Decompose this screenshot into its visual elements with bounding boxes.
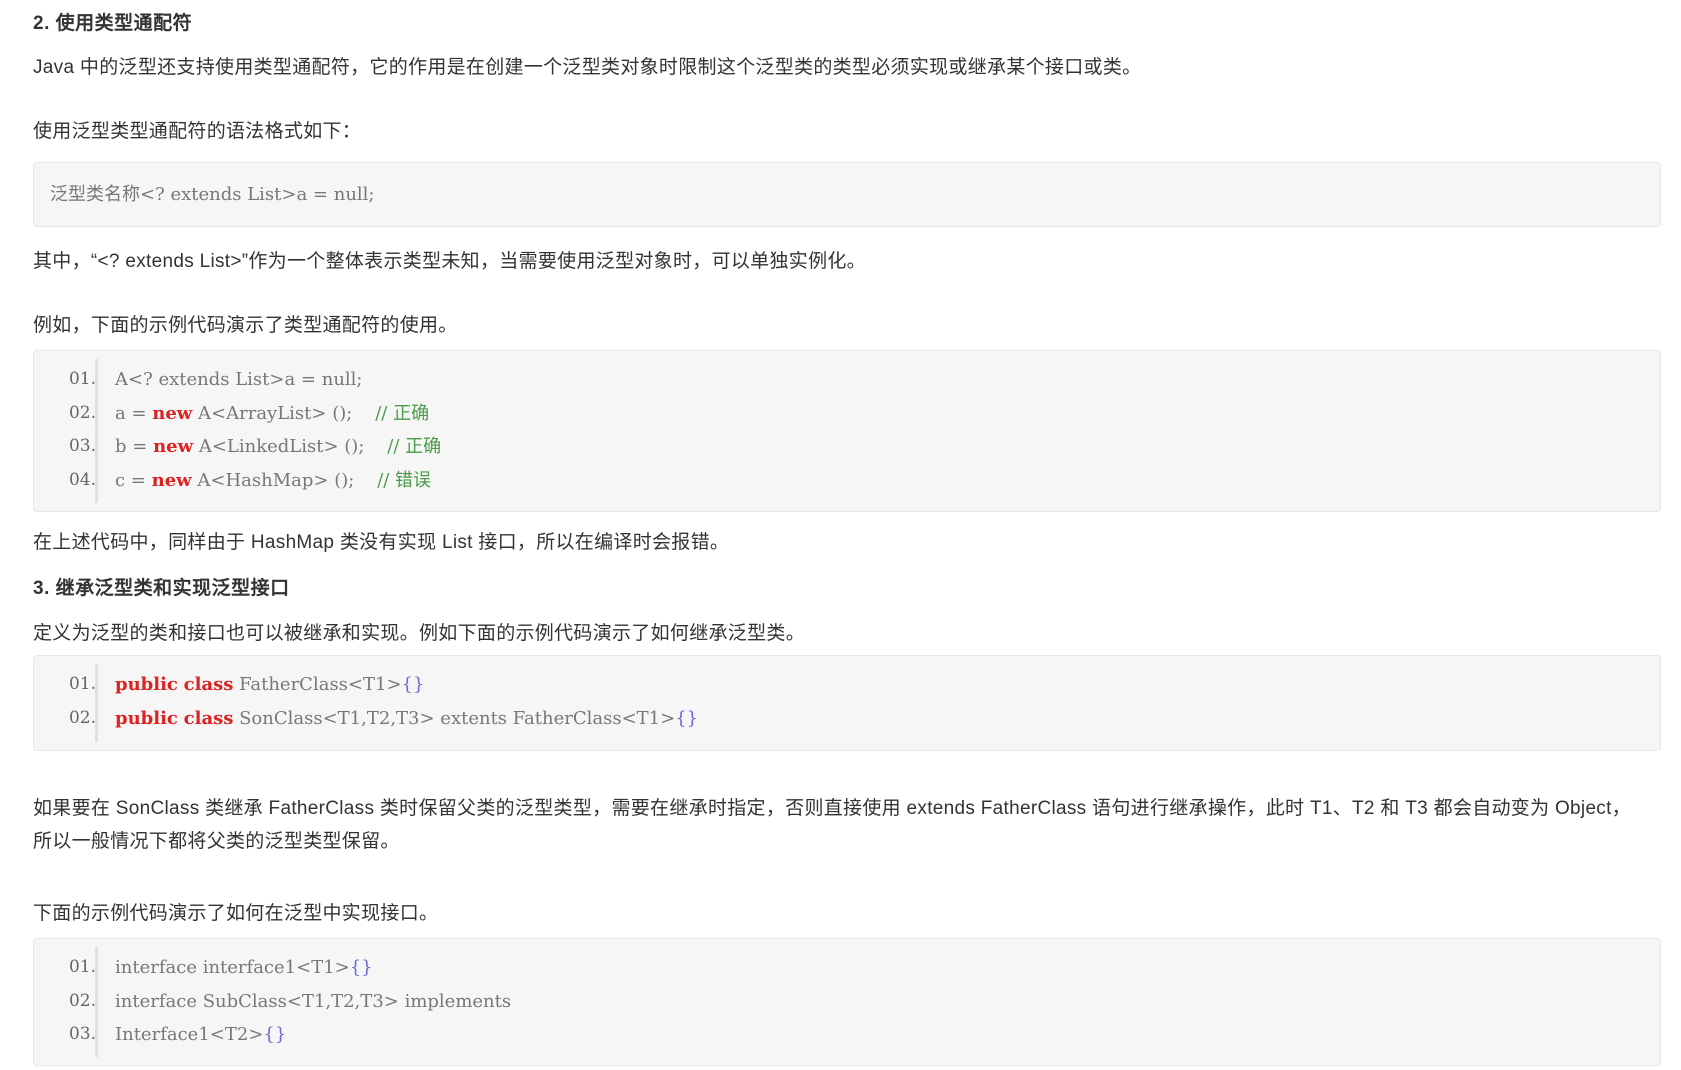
code-text: a = new A<ArrayList> (); // 正确 <box>115 397 429 430</box>
section3-heading: 3. 继承泛型类和实现泛型接口 <box>33 578 290 599</box>
code-text: c = new A<HashMap> (); // 错误 <box>115 464 431 497</box>
line-number: 03. <box>68 436 96 456</box>
example-intro: 例如，下面的示例代码演示了类型通配符的使用。 <box>33 315 458 336</box>
syntax-code-block: 泛型类名称<? extends List>a = null; <box>33 162 1661 227</box>
section2-heading: 2. 使用类型通配符 <box>33 13 193 34</box>
code-text: Interface1<T2>{} <box>115 1018 286 1051</box>
line-number: 02. <box>68 707 96 728</box>
code-text: public class FatherClass<T1>{} <box>115 668 424 701</box>
inherit-explain: 如果要在 SonClass 类继承 FatherClass 类时保留父类的泛型类… <box>33 798 1631 852</box>
wildcard-explain: 其中，“<? extends List>”作为一个整体表示类型未知，当需要使用泛… <box>33 251 866 272</box>
code-token: {} <box>401 674 425 695</box>
code-keyword: public <box>115 674 178 695</box>
code-comment: // 正确 <box>387 436 442 457</box>
after-code-note: 在上述代码中，同样由于 HashMap 类没有实现 List 接口，所以在编译时… <box>33 532 730 553</box>
code-text: A<? extends List>a = null; <box>115 363 363 396</box>
code-token: FatherClass<T1> <box>233 674 402 695</box>
code-token: c = <box>115 469 152 491</box>
line-number: 02. <box>68 402 96 423</box>
code-block-interface: 01. interface interface1<T1>{} 02. interfac… <box>33 938 1661 1066</box>
code-text: interface interface1<T1>{} <box>115 951 373 984</box>
code-keyword: new <box>151 469 192 491</box>
code-token: A<HashMap> (); <box>191 469 378 491</box>
code-keyword: class <box>183 674 234 695</box>
code-token: a = <box>115 402 153 424</box>
syntax-code-text: 泛型类名称<? extends List>a = null; <box>50 184 375 205</box>
interface-example-intro: 下面的示例代码演示了如何在泛型中实现接口。 <box>33 903 439 924</box>
code-token: Interface1<T2> <box>115 1024 264 1045</box>
code-keyword: public <box>115 707 178 729</box>
line-number: 01. <box>68 674 96 694</box>
line-number: 01. <box>68 957 96 977</box>
code-comment: // 正确 <box>375 402 430 424</box>
code-keyword: new <box>153 436 194 457</box>
code-text: b = new A<LinkedList> (); // 正确 <box>115 430 441 463</box>
code-token: {} <box>349 957 373 978</box>
code-token: b = <box>115 436 154 457</box>
code-token: {} <box>675 707 699 729</box>
code-token: interface interface1<T1> <box>115 957 350 978</box>
code-token: interface SubClass<T1,T2,T3> implements <box>115 990 512 1012</box>
line-number: 04. <box>68 469 96 490</box>
code-block-wildcard: 01. A<? extends List>a = null; 02. a = new … <box>33 350 1661 512</box>
line-number: 02. <box>68 990 96 1011</box>
code-keyword: new <box>152 402 193 424</box>
article-page: 2. 使用类型通配符 Java 中的泛型还支持使用类型通配符，它的作用是在创建一… <box>0 0 1681 1070</box>
section3-intro: 定义为泛型的类和接口也可以被继承和实现。例如下面的示例代码演示了如何继承泛型类。 <box>33 623 806 644</box>
code-token: SonClass<T1,T2,T3> extents FatherClass<T… <box>233 707 676 729</box>
syntax-intro: 使用泛型类型通配符的语法格式如下： <box>33 121 362 142</box>
code-token: A<? extends List>a = null; <box>115 369 363 390</box>
code-token: A<LinkedList> (); <box>193 436 388 457</box>
code-token: {} <box>263 1024 287 1045</box>
code-keyword: class <box>183 707 234 729</box>
code-text: public class SonClass<T1,T2,T3> extents … <box>115 702 698 735</box>
code-token: A<ArrayList> (); <box>192 402 376 424</box>
code-comment: // 错误 <box>377 469 432 491</box>
code-block-inherit: 01. public class FatherClass<T1>{} 02. publ… <box>33 655 1661 751</box>
line-number: 03. <box>68 1024 96 1044</box>
section2-intro: Java 中的泛型还支持使用类型通配符，它的作用是在创建一个泛型类对象时限制这个… <box>33 57 1142 78</box>
code-text: interface SubClass<T1,T2,T3> implements <box>115 985 511 1018</box>
line-number: 01. <box>68 369 96 389</box>
